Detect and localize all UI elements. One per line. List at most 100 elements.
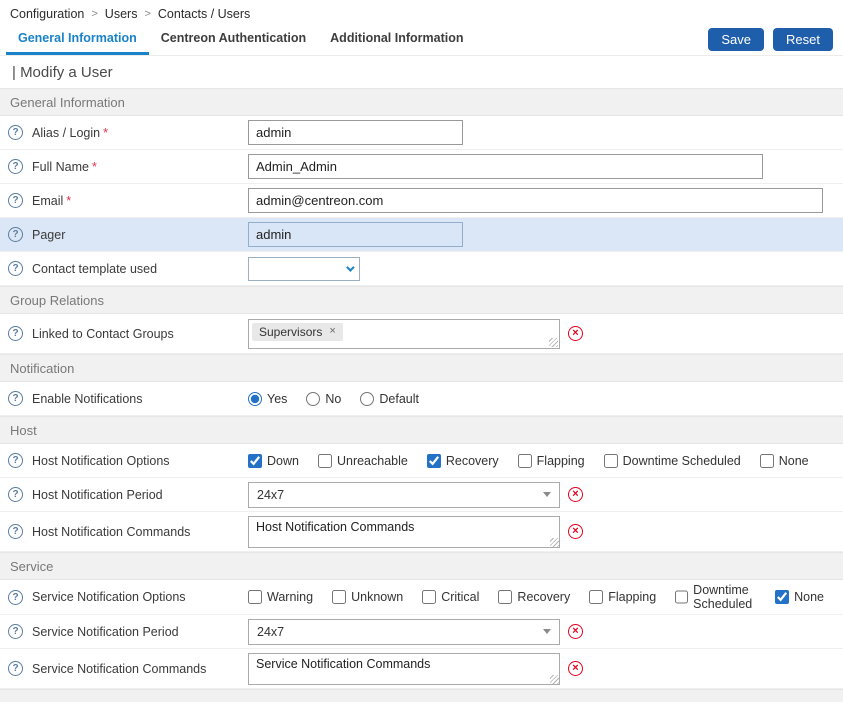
help-icon[interactable]: ? xyxy=(8,661,23,676)
resize-grip[interactable] xyxy=(550,675,559,684)
full-name-input[interactable] xyxy=(248,154,763,179)
form-row-host-notification-period: ? Host Notification Period 24x7 × xyxy=(0,478,843,512)
reset-button[interactable]: Reset xyxy=(773,28,833,51)
radio-default[interactable]: Default xyxy=(360,392,419,406)
form-row-enable-notifications: ? Enable Notifications Yes No Default xyxy=(0,382,843,416)
checkbox-host-unreachable-input[interactable] xyxy=(318,454,332,468)
next-section-header-partial xyxy=(0,689,843,702)
clear-service-period-icon[interactable]: × xyxy=(568,624,583,639)
alias-label: Alias / Login* xyxy=(32,126,108,140)
help-icon[interactable]: ? xyxy=(8,193,23,208)
host-options-label: Host Notification Options xyxy=(32,454,170,468)
help-icon[interactable]: ? xyxy=(8,524,23,539)
host-notification-commands-textarea[interactable]: Host Notification Commands xyxy=(248,516,560,548)
radio-no[interactable]: No xyxy=(306,392,341,406)
checkbox-service-none[interactable]: None xyxy=(775,590,824,604)
tab-centreon-authentication[interactable]: Centreon Authentication xyxy=(149,24,318,55)
form-row-host-notification-commands: ? Host Notification Commands Host Notifi… xyxy=(0,512,843,552)
help-icon[interactable]: ? xyxy=(8,624,23,639)
section-header-general-information: General Information xyxy=(0,88,843,116)
tab-bar: General Information Centreon Authenticat… xyxy=(0,24,843,56)
resize-grip[interactable] xyxy=(550,538,559,547)
contact-group-tag: Supervisors × xyxy=(252,323,343,341)
checkbox-host-unreachable[interactable]: Unreachable xyxy=(318,454,408,468)
checkbox-host-none[interactable]: None xyxy=(760,454,809,468)
checkbox-service-none-input[interactable] xyxy=(775,590,789,604)
section-header-notification: Notification xyxy=(0,354,843,382)
help-icon[interactable]: ? xyxy=(8,227,23,242)
checkbox-service-flapping[interactable]: Flapping xyxy=(589,590,656,604)
caret-down-icon xyxy=(543,492,551,497)
help-icon[interactable]: ? xyxy=(8,159,23,174)
checkbox-host-flapping[interactable]: Flapping xyxy=(518,454,585,468)
contact-template-label: Contact template used xyxy=(32,262,157,276)
clear-service-commands-icon[interactable]: × xyxy=(568,661,583,676)
form-row-email: ? Email* xyxy=(0,184,843,218)
help-icon[interactable]: ? xyxy=(8,261,23,276)
checkbox-host-flapping-input[interactable] xyxy=(518,454,532,468)
checkbox-service-flapping-input[interactable] xyxy=(589,590,603,604)
required-asterisk: * xyxy=(103,126,108,140)
section-header-group-relations: Group Relations xyxy=(0,286,843,314)
form-row-service-notification-period: ? Service Notification Period 24x7 × xyxy=(0,615,843,649)
breadcrumb-users[interactable]: Users xyxy=(105,7,138,21)
alias-input[interactable] xyxy=(248,120,463,145)
help-icon[interactable]: ? xyxy=(8,590,23,605)
tag-remove-icon[interactable]: × xyxy=(329,326,335,337)
radio-yes[interactable]: Yes xyxy=(248,392,287,406)
checkbox-service-recovery-input[interactable] xyxy=(498,590,512,604)
clear-contact-groups-icon[interactable]: × xyxy=(568,326,583,341)
checkbox-service-critical[interactable]: Critical xyxy=(422,590,479,604)
help-icon[interactable]: ? xyxy=(8,391,23,406)
clear-host-period-icon[interactable]: × xyxy=(568,487,583,502)
radio-no-input[interactable] xyxy=(306,392,320,406)
clear-host-commands-icon[interactable]: × xyxy=(568,524,583,539)
service-options-label: Service Notification Options xyxy=(32,590,186,604)
checkbox-host-downtime-scheduled-input[interactable] xyxy=(604,454,618,468)
help-icon[interactable]: ? xyxy=(8,125,23,140)
enable-notifications-label: Enable Notifications xyxy=(32,392,142,406)
help-icon[interactable]: ? xyxy=(8,326,23,341)
pager-input[interactable] xyxy=(248,222,463,247)
checkbox-service-downtime-scheduled-input[interactable] xyxy=(675,590,688,604)
checkbox-host-recovery-input[interactable] xyxy=(427,454,441,468)
service-notification-period-select[interactable]: 24x7 xyxy=(248,619,560,645)
help-icon[interactable]: ? xyxy=(8,453,23,468)
checkbox-host-down-input[interactable] xyxy=(248,454,262,468)
breadcrumb-configuration[interactable]: Configuration xyxy=(10,7,84,21)
service-notification-commands-textarea[interactable]: Service Notification Commands xyxy=(248,653,560,685)
checkbox-service-unknown-input[interactable] xyxy=(332,590,346,604)
service-period-label: Service Notification Period xyxy=(32,625,179,639)
tab-additional-information[interactable]: Additional Information xyxy=(318,24,475,55)
checkbox-host-none-input[interactable] xyxy=(760,454,774,468)
contact-template-select[interactable] xyxy=(248,257,360,281)
help-icon[interactable]: ? xyxy=(8,487,23,502)
breadcrumb-current: Contacts / Users xyxy=(158,7,250,21)
resize-grip[interactable] xyxy=(549,338,558,347)
checkbox-service-recovery[interactable]: Recovery xyxy=(498,590,570,604)
tag-label: Supervisors xyxy=(259,325,322,339)
checkbox-host-recovery[interactable]: Recovery xyxy=(427,454,499,468)
host-notification-period-select[interactable]: 24x7 xyxy=(248,482,560,508)
checkbox-service-warning[interactable]: Warning xyxy=(248,590,313,604)
form-row-contact-groups: ? Linked to Contact Groups Supervisors ×… xyxy=(0,314,843,354)
full-name-label: Full Name* xyxy=(32,160,97,174)
host-period-label: Host Notification Period xyxy=(32,488,163,502)
contact-groups-multiselect[interactable]: Supervisors × xyxy=(248,319,560,349)
form-row-pager: ? Pager xyxy=(0,218,843,252)
email-input[interactable] xyxy=(248,188,823,213)
radio-default-input[interactable] xyxy=(360,392,374,406)
radio-yes-input[interactable] xyxy=(248,392,262,406)
checkbox-service-warning-input[interactable] xyxy=(248,590,262,604)
form-row-contact-template: ? Contact template used xyxy=(0,252,843,286)
form-row-full-name: ? Full Name* xyxy=(0,150,843,184)
breadcrumb-separator: > xyxy=(144,8,150,20)
checkbox-service-downtime-scheduled[interactable]: Downtime Scheduled xyxy=(675,583,756,611)
checkbox-host-downtime-scheduled[interactable]: Downtime Scheduled xyxy=(604,454,741,468)
tab-general-information[interactable]: General Information xyxy=(6,24,149,55)
checkbox-host-down[interactable]: Down xyxy=(248,454,299,468)
tab-actions: Save Reset xyxy=(708,24,837,55)
checkbox-service-critical-input[interactable] xyxy=(422,590,436,604)
save-button[interactable]: Save xyxy=(708,28,764,51)
checkbox-service-unknown[interactable]: Unknown xyxy=(332,590,403,604)
